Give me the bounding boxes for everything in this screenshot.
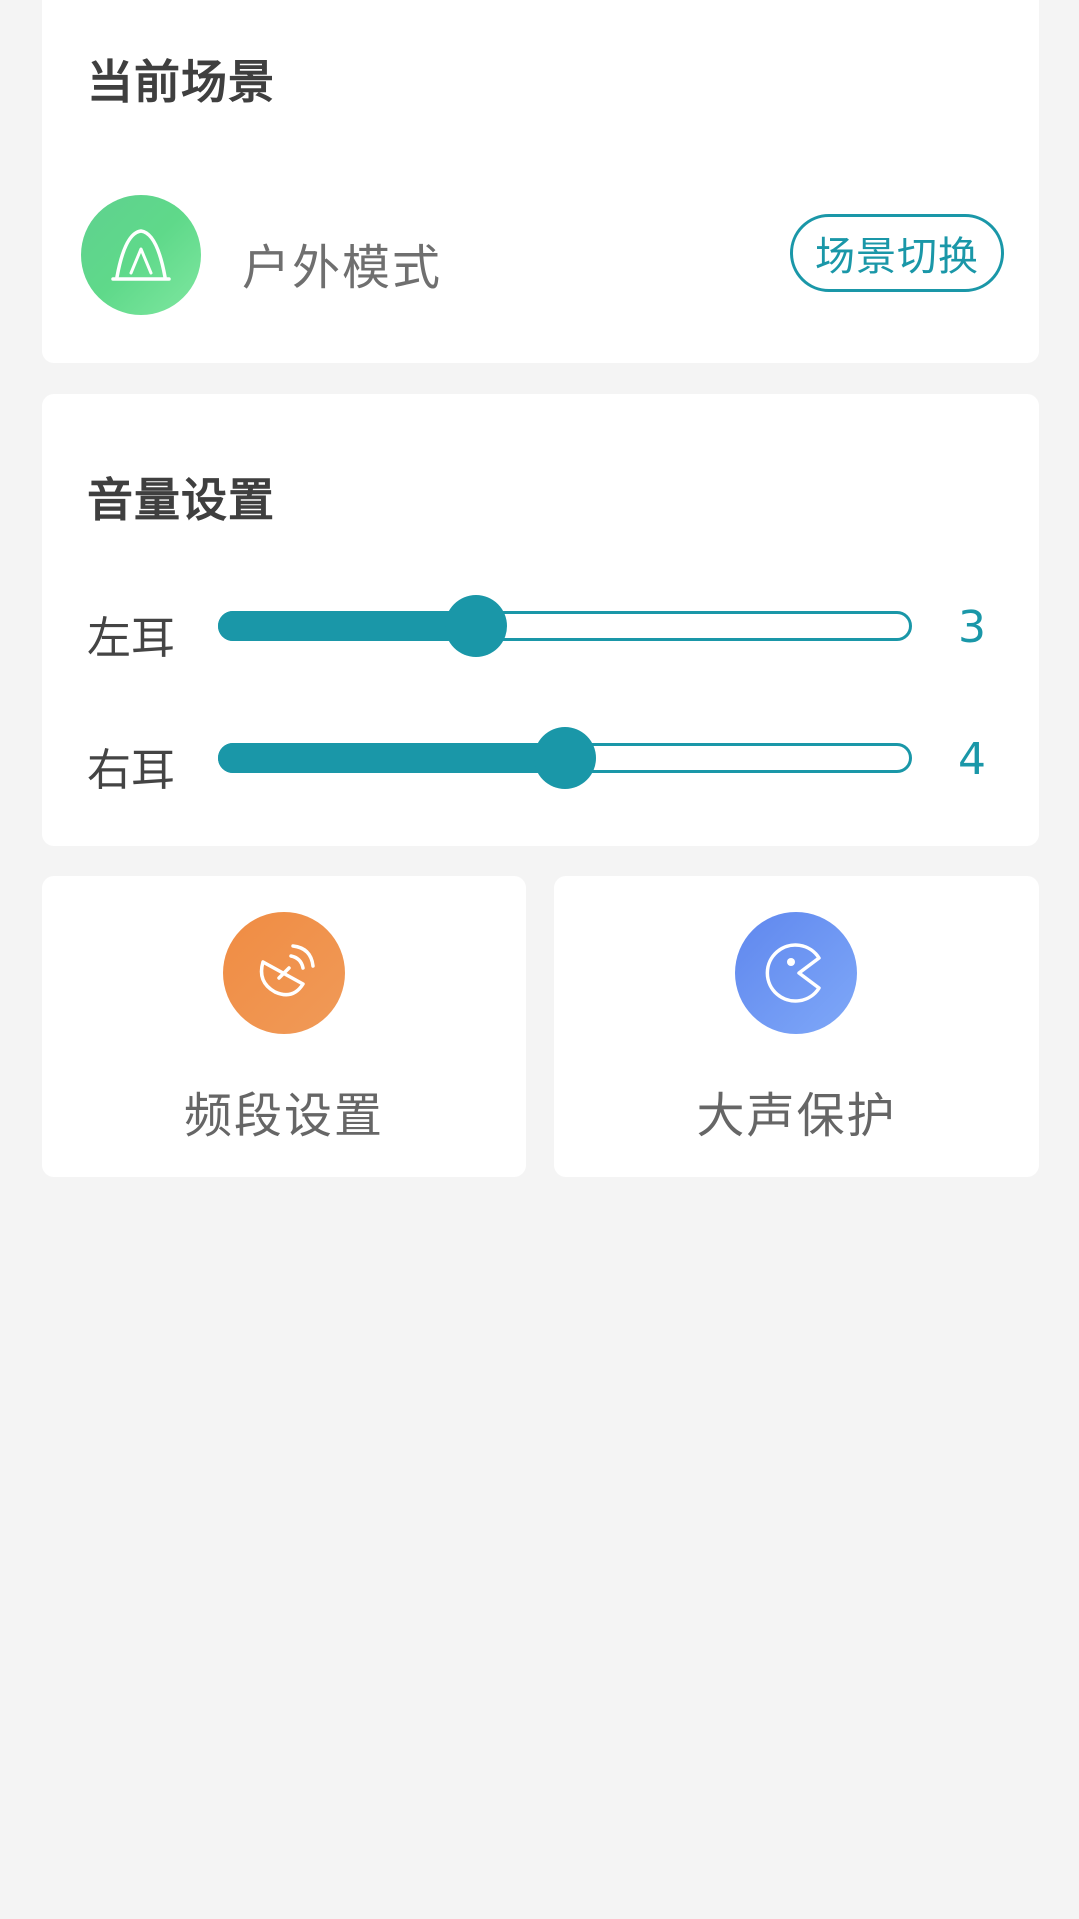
left-ear-slider-thumb[interactable] (445, 595, 507, 657)
volume-title: 音量设置 (87, 473, 275, 527)
left-ear-value: 3 (958, 602, 986, 653)
right-ear-value: 4 (958, 734, 986, 785)
scene-switch-button[interactable]: 场景切换 (790, 214, 1004, 292)
band-settings-label: 频段设置 (183, 1088, 384, 1144)
pacman-icon (735, 912, 857, 1034)
left-ear-slider-fill (218, 611, 476, 641)
right-ear-slider-fill (218, 743, 565, 773)
satellite-dish-icon (223, 912, 345, 1034)
right-ear-slider-thumb[interactable] (534, 727, 596, 789)
left-ear-label: 左耳 (87, 613, 175, 664)
scene-card: 当前场景 户外模式 场景切换 (42, 0, 1039, 363)
volume-card: 音量设置 左耳 3 右耳 4 (42, 394, 1039, 846)
band-settings-card[interactable]: 频段设置 (42, 876, 526, 1177)
loud-protection-card[interactable]: 大声保护 (554, 876, 1039, 1177)
right-ear-label: 右耳 (87, 745, 175, 796)
current-scene-name: 户外模式 (242, 240, 443, 296)
left-ear-slider[interactable] (218, 595, 912, 657)
tent-icon (81, 195, 201, 315)
loud-protection-label: 大声保护 (696, 1088, 897, 1144)
right-ear-slider[interactable] (218, 727, 912, 789)
scene-title: 当前场景 (87, 55, 275, 109)
